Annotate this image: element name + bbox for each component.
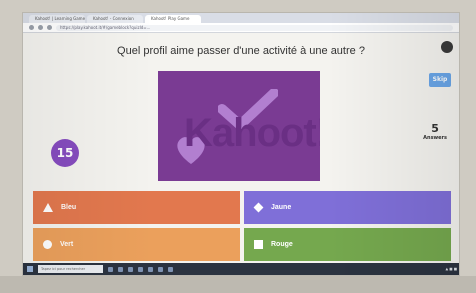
- answer-option-red[interactable]: Bleu: [33, 191, 240, 224]
- answers-counter: 5 Answers: [423, 122, 447, 142]
- answers-count-label: Answers: [423, 135, 447, 141]
- url-field[interactable]: https://play.kahoot.it/#/gameblock?quizI…: [56, 24, 453, 31]
- task-view-icon[interactable]: [108, 266, 113, 272]
- projected-screen: Kahoot! | Learning Games Kahoot! - Conne…: [22, 12, 460, 276]
- system-tray: ▲ ■ ■: [445, 267, 457, 271]
- folder-icon[interactable]: [128, 266, 133, 272]
- answer-option-yellow[interactable]: Vert: [33, 228, 240, 261]
- app-icon[interactable]: [168, 266, 173, 272]
- mail-icon[interactable]: [138, 266, 143, 272]
- triangle-icon: [43, 203, 53, 212]
- browser-tab[interactable]: Kahoot! | Learning Games: [29, 15, 85, 23]
- diamond-icon: [253, 202, 264, 213]
- question-title: Quel profil aime passer d'une activité à…: [117, 45, 365, 57]
- browser-tab-bar: Kahoot! | Learning Games Kahoot! - Conne…: [23, 13, 459, 23]
- kahoot-logo: Kahoot!: [184, 111, 320, 155]
- square-icon: [254, 240, 263, 249]
- question-media: Kahoot!: [158, 71, 320, 181]
- browser-tab[interactable]: Kahoot! - Connexion: [87, 15, 143, 23]
- app-icon[interactable]: [158, 266, 163, 272]
- answer-option-blue[interactable]: Jaune: [244, 191, 451, 224]
- answers-count-value: 5: [431, 122, 439, 135]
- forward-icon[interactable]: [38, 25, 43, 30]
- back-icon[interactable]: [29, 25, 34, 30]
- wall-edge: [0, 276, 476, 293]
- answer-label: Vert: [60, 241, 74, 248]
- address-bar: https://play.kahoot.it/#/gameblock?quizI…: [23, 23, 459, 33]
- answer-label: Bleu: [61, 204, 77, 211]
- avatar[interactable]: [441, 41, 453, 53]
- store-icon[interactable]: [148, 266, 153, 272]
- circle-icon: [43, 240, 52, 249]
- browser-icon[interactable]: [118, 266, 123, 272]
- taskbar-search-input[interactable]: Tapez ici pour rechercher: [38, 265, 103, 273]
- answer-option-green[interactable]: Rouge: [244, 228, 451, 261]
- answer-grid: Bleu Jaune Vert Rouge: [33, 191, 451, 261]
- browser-tab-active[interactable]: Kahoot! Play Game: [145, 15, 201, 23]
- countdown-timer: 15: [51, 139, 79, 167]
- taskbar: Tapez ici pour rechercher ▲ ■ ■: [23, 263, 459, 275]
- answer-label: Rouge: [271, 241, 293, 248]
- windows-start-icon[interactable]: [27, 266, 33, 272]
- reload-icon[interactable]: [47, 25, 52, 30]
- answer-label: Jaune: [271, 204, 292, 211]
- skip-button[interactable]: Skip: [429, 73, 451, 87]
